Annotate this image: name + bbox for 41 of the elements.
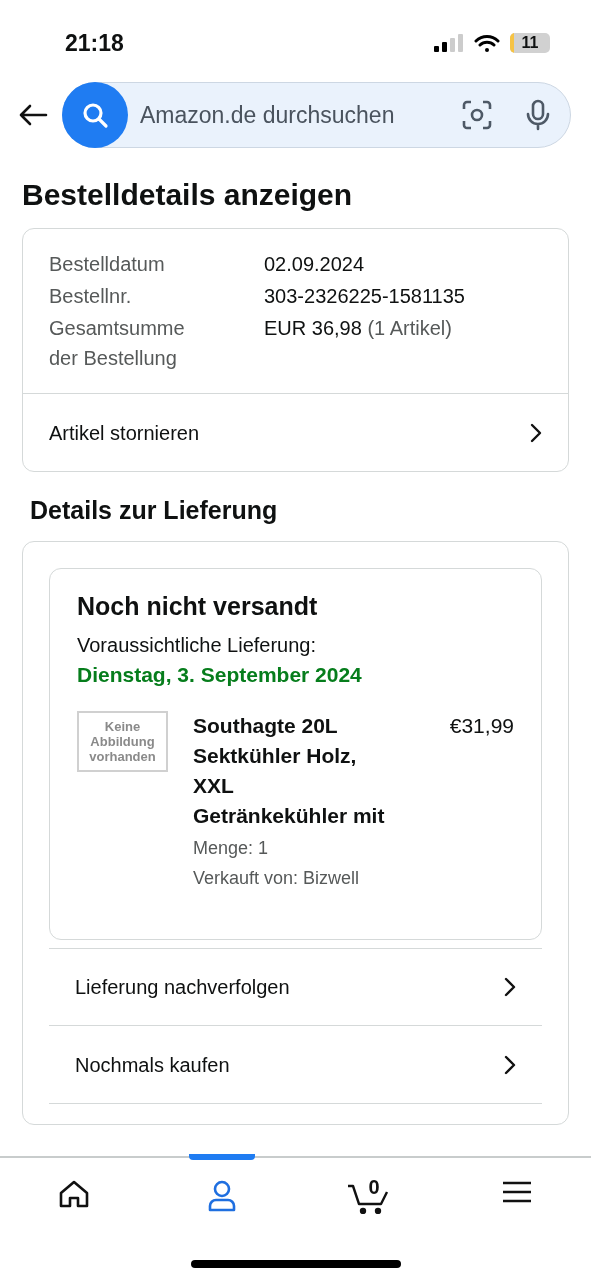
row-label: Nochmals kaufen [75, 1052, 230, 1078]
menu-icon [502, 1180, 533, 1204]
status-time: 21:18 [65, 28, 124, 58]
signal-icon [434, 34, 464, 52]
field-label: Bestelldatum [49, 252, 166, 277]
search-icon [81, 101, 109, 129]
action-row[interactable]: Lieferung nachverfolgen [49, 948, 542, 1026]
microphone-icon[interactable] [526, 99, 550, 131]
nav-tab[interactable]: 0 [324, 1180, 415, 1230]
shipment-status: Noch nicht versandt [77, 591, 319, 621]
camera-icon[interactable] [462, 100, 492, 130]
chevron-right-icon [504, 977, 516, 997]
person-icon [206, 1180, 237, 1212]
seller: Verkauft von: Bizwell [193, 867, 361, 890]
page-title: Bestelldetails anzeigen [22, 180, 354, 210]
row-label: Lieferung nachverfolgen [75, 975, 290, 1000]
chevron-right-icon [504, 1054, 516, 1075]
field-value: 303-2326225-1581135 [264, 284, 466, 309]
cancel-items-row[interactable]: Artikel stornieren [23, 393, 568, 471]
product-price: €31,99 [449, 713, 514, 739]
row-label: Artikel stornieren [49, 420, 200, 446]
quantity: Menge: 1 [193, 837, 270, 860]
product-name[interactable]: Southagte 20L Sektkühler Holz, XXL Getränkekühler mit [193, 711, 393, 831]
expected-delivery-label: Voraussichtliche Lieferung: [77, 633, 318, 658]
wifi-icon [474, 33, 500, 53]
field-value: 02.09.2024 [264, 252, 366, 277]
field-label: Gesamtsumme der Bestellung [49, 316, 186, 371]
expected-delivery-date: Dienstag, 3. September 2024 [77, 662, 363, 688]
search-field[interactable]: Amazon.de durchsuchen [62, 82, 571, 148]
field-label: Bestellnr. [49, 284, 133, 309]
field-value: EUR 36,98 (1 Artikel) [264, 316, 453, 341]
selected-tab-indicator [188, 1154, 255, 1160]
chevron-right-icon [530, 422, 542, 443]
cart-count: 0 [368, 1177, 380, 1197]
missing-image-tile: Keine Abbildung vorhanden [77, 711, 168, 772]
home-icon [58, 1180, 89, 1208]
battery-level: 11 [521, 35, 539, 51]
action-row[interactable]: Nochmals kaufen [49, 1026, 542, 1104]
back-arrow-icon[interactable] [18, 104, 48, 126]
search-input[interactable]: Amazon.de durchsuchen [140, 97, 462, 133]
section-heading: Details zur Lieferung [30, 498, 279, 523]
